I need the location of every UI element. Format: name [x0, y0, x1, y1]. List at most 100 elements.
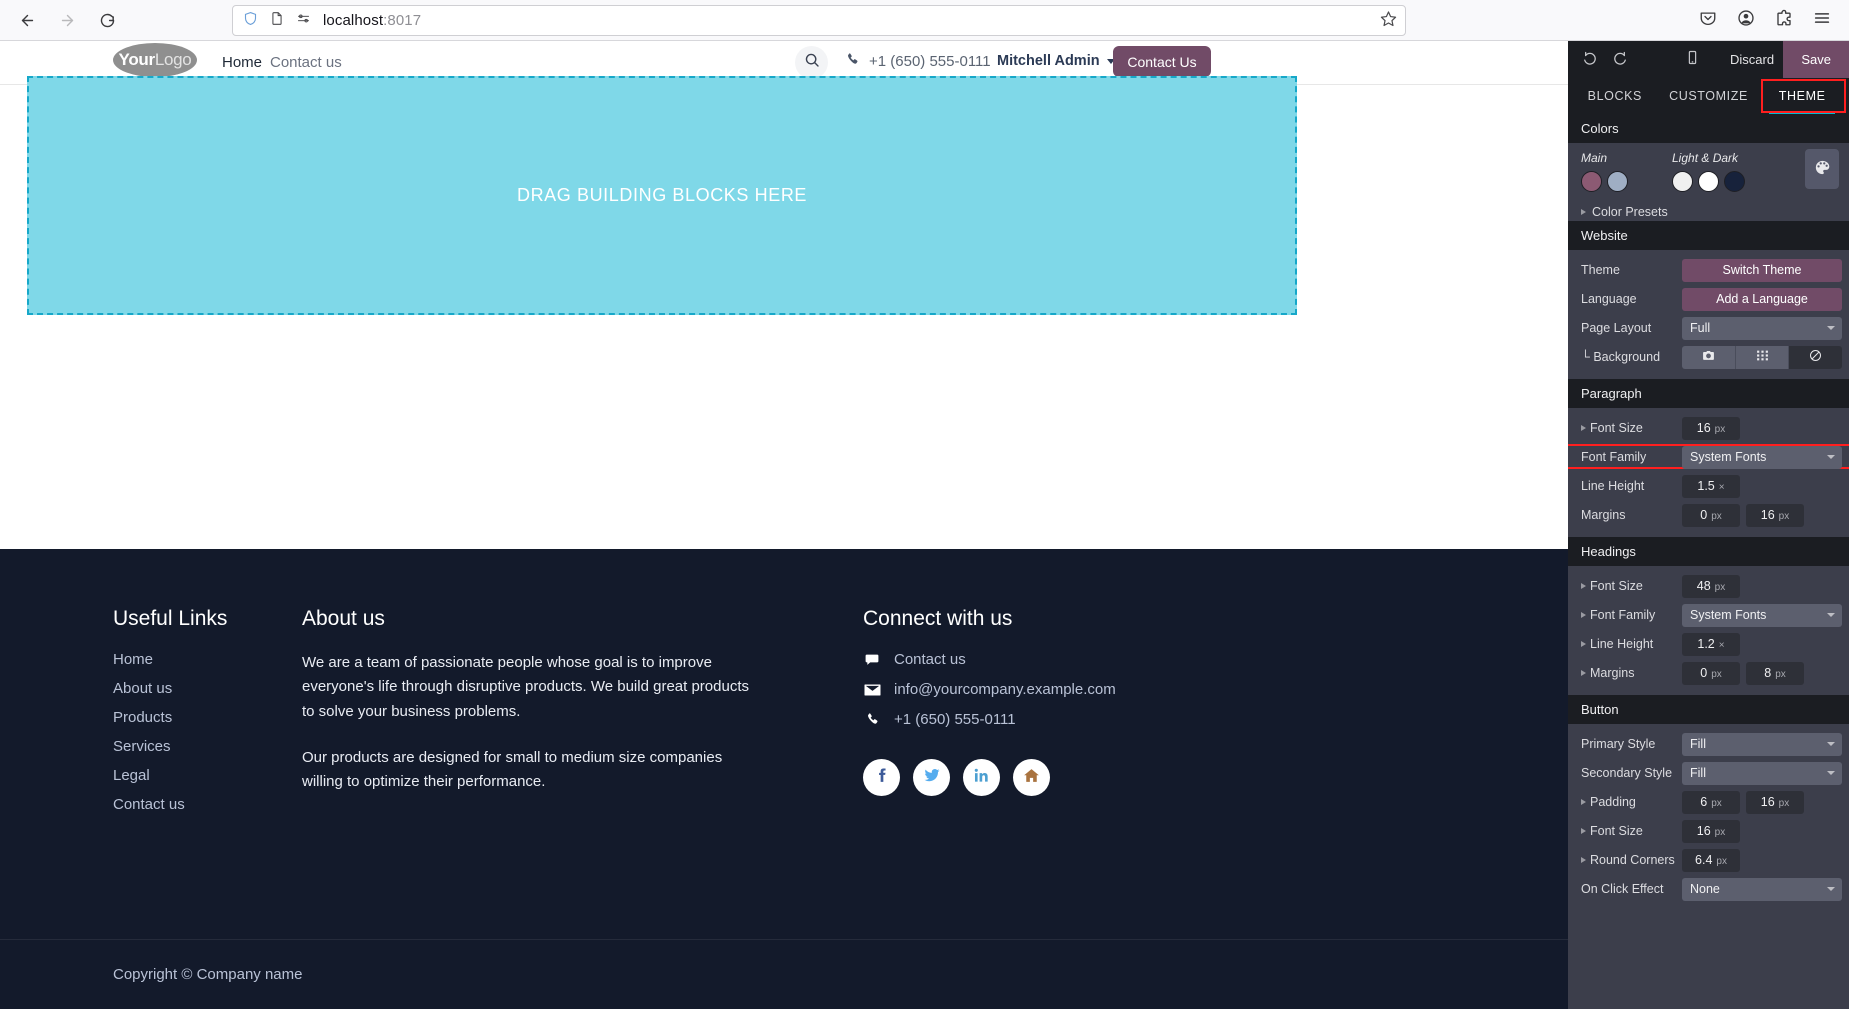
bookmark-button[interactable] — [1380, 10, 1397, 32]
page-layout-select[interactable]: Full — [1682, 316, 1842, 340]
background-pattern-button[interactable] — [1735, 345, 1790, 369]
redo-button[interactable] — [1606, 45, 1634, 73]
triangle-right-icon[interactable] — [1581, 828, 1586, 834]
paragraph-font-family-select[interactable]: System Fonts — [1682, 445, 1842, 469]
headings-margin-bottom-input[interactable]: 8 px — [1746, 661, 1804, 685]
color-presets-row[interactable]: Color Presets — [1568, 198, 1849, 221]
search-button[interactable] — [795, 46, 828, 79]
round-corners-label: Round Corners — [1581, 853, 1682, 867]
footer-link-services[interactable]: Services — [113, 738, 227, 755]
secondary-style-select[interactable]: Fill — [1682, 761, 1842, 785]
primary-style-value: Fill — [1690, 737, 1706, 751]
social-link-facebook[interactable] — [863, 759, 900, 796]
paragraph-font-size-input[interactable]: 16 px — [1682, 416, 1740, 440]
mobile-preview-button[interactable] — [1678, 45, 1706, 73]
background-none-button[interactable] — [1789, 345, 1842, 369]
header-phone-number: +1 (650) 555-0111 — [869, 53, 991, 70]
headings-line-height-label-text: Line Height — [1590, 637, 1654, 651]
tab-blocks[interactable]: BLOCKS — [1568, 78, 1662, 114]
url-host: localhost — [323, 12, 384, 29]
address-bar[interactable]: localhost:8017 — [232, 5, 1406, 36]
phone-icon — [863, 712, 881, 727]
color-palette-button[interactable] — [1805, 149, 1839, 189]
social-link-home[interactable] — [1013, 759, 1050, 796]
footer-phone-row[interactable]: +1 (650) 555-0111 — [863, 711, 1116, 728]
headings-margin-top-input[interactable]: 0 px — [1682, 661, 1740, 685]
forward-button[interactable] — [50, 3, 84, 37]
pocket-button[interactable] — [1691, 4, 1725, 37]
primary-style-select[interactable]: Fill — [1682, 732, 1842, 756]
color-swatch-light-2[interactable] — [1698, 171, 1719, 192]
color-swatch-main-1[interactable] — [1581, 171, 1602, 192]
on-click-effect-select[interactable]: None — [1682, 877, 1842, 901]
add-a-language-button[interactable]: Add a Language — [1682, 287, 1842, 311]
color-swatch-dark[interactable] — [1724, 171, 1745, 192]
paragraph-margin-bottom-input[interactable]: 16 px — [1746, 503, 1804, 527]
triangle-right-icon[interactable] — [1581, 583, 1586, 589]
triangle-right-icon[interactable] — [1581, 670, 1586, 676]
button-font-size-input[interactable]: 16 px — [1682, 819, 1740, 843]
site-logo[interactable]: Your Logo — [113, 43, 197, 77]
triangle-right-icon[interactable] — [1581, 799, 1586, 805]
button-font-size-label: Font Size — [1581, 824, 1682, 838]
colors-main-group: Main — [1581, 151, 1628, 192]
account-button[interactable] — [1729, 4, 1763, 37]
round-corners-value: 6.4 — [1695, 852, 1713, 867]
footer-column-useful-links: Useful Links Home About us Products Serv… — [113, 607, 227, 825]
footer-email-row[interactable]: info@yourcompany.example.com — [863, 681, 1116, 698]
page-icon[interactable] — [270, 11, 284, 31]
footer-contact-us-row[interactable]: Contact us — [863, 651, 1116, 668]
footer-link-contact-us[interactable]: Contact us — [113, 796, 227, 813]
app-menu-button[interactable] — [1805, 4, 1839, 37]
background-image-button[interactable] — [1682, 345, 1736, 369]
contact-us-button[interactable]: Contact Us — [1113, 46, 1211, 77]
paragraph-margin-bottom-value: 16 — [1760, 507, 1775, 522]
drag-building-blocks-drop-zone[interactable]: DRAG BUILDING BLOCKS HERE — [27, 76, 1297, 315]
extensions-button[interactable] — [1767, 4, 1801, 37]
button-padding-vertical-input[interactable]: 6 px — [1682, 790, 1740, 814]
site-footer: Useful Links Home About us Products Serv… — [0, 549, 1568, 1009]
paragraph-line-height-input[interactable]: 1.5 × — [1682, 474, 1740, 498]
footer-link-about-us[interactable]: About us — [113, 680, 227, 697]
triangle-right-icon[interactable] — [1581, 612, 1586, 618]
user-menu[interactable]: Mitchell Admin — [997, 53, 1115, 69]
page-layout-label: Page Layout — [1581, 321, 1652, 335]
back-button[interactable] — [10, 3, 44, 37]
headings-line-height-value: 1.2 — [1697, 636, 1715, 651]
nav-item-contact-us[interactable]: Contact us — [270, 54, 342, 71]
color-swatch-light-1[interactable] — [1672, 171, 1693, 192]
shield-icon[interactable] — [243, 11, 258, 31]
triangle-right-icon[interactable] — [1581, 857, 1586, 863]
reload-button[interactable] — [90, 3, 124, 37]
section-header-colors: Colors — [1568, 114, 1849, 143]
row-secondary-style: Secondary Style Fill — [1568, 760, 1849, 786]
switch-theme-button[interactable]: Switch Theme — [1682, 258, 1842, 282]
tab-customize[interactable]: CUSTOMIZE — [1662, 78, 1756, 114]
headings-font-size-input[interactable]: 48 px — [1682, 574, 1740, 598]
headings-font-family-select[interactable]: System Fonts — [1682, 603, 1842, 627]
triangle-right-icon[interactable] — [1581, 425, 1586, 431]
tab-theme[interactable]: THEME — [1755, 78, 1849, 114]
footer-link-products[interactable]: Products — [113, 709, 227, 726]
save-button[interactable]: Save — [1783, 41, 1849, 78]
triangle-right-icon[interactable] — [1581, 209, 1586, 215]
header-phone[interactable]: +1 (650) 555-0111 — [845, 52, 991, 71]
button-padding-horizontal-input[interactable]: 16 px — [1746, 790, 1804, 814]
phone-icon — [845, 52, 860, 71]
triangle-right-icon[interactable] — [1581, 641, 1586, 647]
social-link-twitter[interactable] — [913, 759, 950, 796]
discard-button[interactable]: Discard — [1718, 41, 1786, 78]
row-background: └ Background — [1568, 344, 1849, 370]
section-header-paragraph: Paragraph — [1568, 379, 1849, 408]
browser-toolbar-right — [1691, 4, 1839, 37]
round-corners-input[interactable]: 6.4 px — [1682, 848, 1740, 872]
undo-button[interactable] — [1576, 45, 1604, 73]
social-link-linkedin[interactable] — [963, 759, 1000, 796]
color-swatch-main-2[interactable] — [1607, 171, 1628, 192]
tracking-protection-icon[interactable] — [296, 12, 311, 30]
nav-item-home[interactable]: Home — [222, 54, 262, 71]
paragraph-margin-top-input[interactable]: 0 px — [1682, 503, 1740, 527]
footer-link-home[interactable]: Home — [113, 651, 227, 668]
footer-link-legal[interactable]: Legal — [113, 767, 227, 784]
headings-line-height-input[interactable]: 1.2 × — [1682, 632, 1740, 656]
